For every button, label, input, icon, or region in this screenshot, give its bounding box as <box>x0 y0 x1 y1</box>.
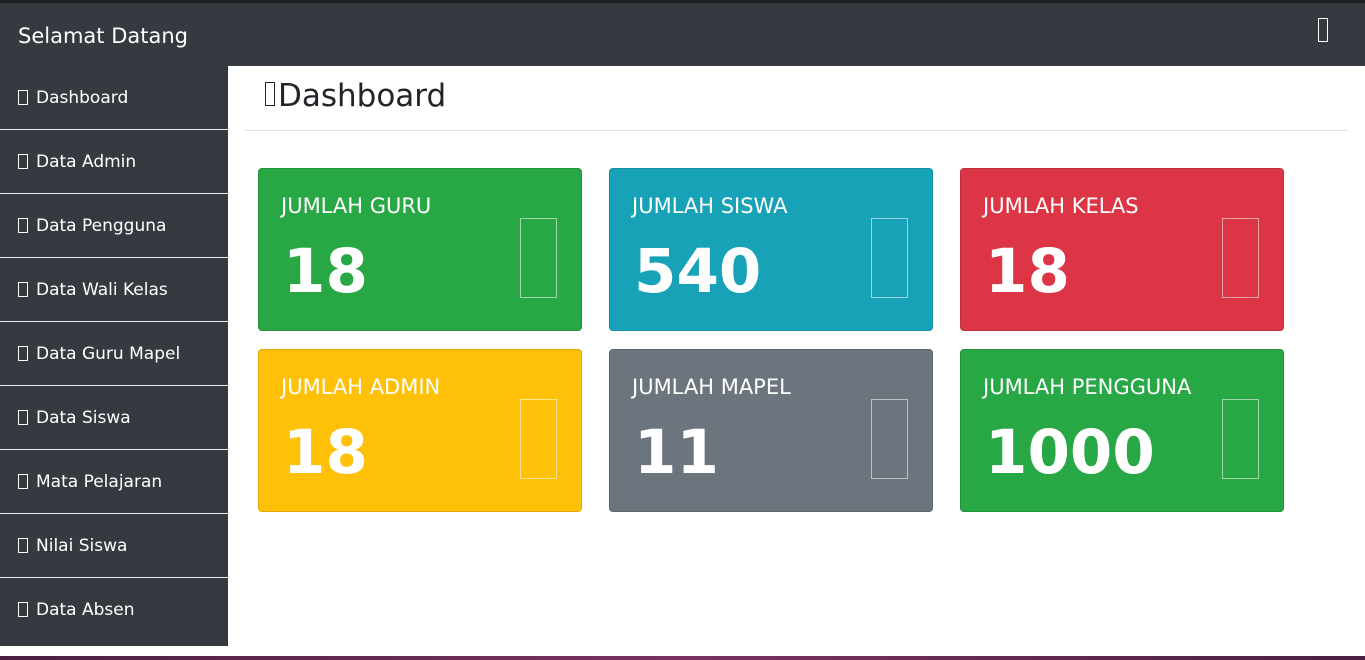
grade-icon <box>18 538 28 553</box>
sidebar-item-data-siswa[interactable]: Data Siswa <box>0 386 228 450</box>
teacher-icon <box>18 282 28 297</box>
sidebar-item-label: Data Admin <box>36 151 137 172</box>
teacher-icon <box>18 346 28 361</box>
sidebar-item-data-wali-kelas[interactable]: Data Wali Kelas <box>0 258 228 322</box>
sidebar-item-label: Mata Pelajaran <box>36 471 163 492</box>
card-label: JUMLAH ADMIN <box>281 375 441 399</box>
book-icon <box>871 399 908 479</box>
card-value: 18 <box>283 236 368 307</box>
user-icon[interactable] <box>1318 18 1328 42</box>
stat-card-siswa[interactable]: JUMLAH SISWA 540 <box>609 168 933 331</box>
dashboard-icon <box>265 82 275 106</box>
page-title: Dashboard <box>278 78 447 114</box>
sidebar-item-data-pengguna[interactable]: Data Pengguna <box>0 194 228 258</box>
page-header: Dashboard <box>245 66 1348 131</box>
sidebar-item-data-admin[interactable]: Data Admin <box>0 130 228 194</box>
student-icon <box>871 218 908 298</box>
sidebar-item-nilai-siswa[interactable]: Nilai Siswa <box>0 514 228 578</box>
sidebar: Dashboard Data Admin Data Pengguna Data … <box>0 66 228 646</box>
users-icon <box>18 218 28 233</box>
card-label: JUMLAH MAPEL <box>632 375 791 399</box>
card-value: 540 <box>634 236 762 307</box>
brand-title[interactable]: Selamat Datang <box>18 23 188 49</box>
card-label: JUMLAH PENGGUNA <box>983 375 1192 399</box>
sidebar-item-data-absen[interactable]: Data Absen <box>0 578 228 641</box>
admin-icon <box>18 154 28 169</box>
card-label: JUMLAH KELAS <box>983 194 1139 218</box>
admin-icon <box>520 399 557 479</box>
class-icon <box>1222 218 1259 298</box>
sidebar-item-mata-pelajaran[interactable]: Mata Pelajaran <box>0 450 228 514</box>
sidebar-item-label: Data Pengguna <box>36 215 167 236</box>
card-value: 18 <box>283 417 368 488</box>
card-value: 11 <box>634 417 719 488</box>
dashboard-icon <box>18 90 28 105</box>
sidebar-item-label: Dashboard <box>36 87 129 108</box>
book-icon <box>18 474 28 489</box>
sidebar-item-label: Data Guru Mapel <box>36 343 181 364</box>
attendance-icon <box>18 602 28 617</box>
stat-card-pengguna[interactable]: JUMLAH PENGGUNA 1000 <box>960 349 1284 512</box>
student-icon <box>18 410 28 425</box>
stat-card-guru[interactable]: JUMLAH GURU 18 <box>258 168 582 331</box>
card-label: JUMLAH SISWA <box>632 194 788 218</box>
stat-card-admin[interactable]: JUMLAH ADMIN 18 <box>258 349 582 512</box>
sidebar-item-label: Data Absen <box>36 599 135 620</box>
sidebar-item-data-guru-mapel[interactable]: Data Guru Mapel <box>0 322 228 386</box>
stat-card-mapel[interactable]: JUMLAH MAPEL 11 <box>609 349 933 512</box>
card-value: 18 <box>985 236 1070 307</box>
stat-card-kelas[interactable]: JUMLAH KELAS 18 <box>960 168 1284 331</box>
users-icon <box>1222 399 1259 479</box>
top-navbar: Selamat Datang <box>0 0 1365 66</box>
card-value: 1000 <box>985 417 1155 488</box>
taskbar-strip <box>0 656 1365 660</box>
sidebar-item-label: Nilai Siswa <box>36 535 128 556</box>
sidebar-item-label: Data Siswa <box>36 407 131 428</box>
teacher-icon <box>520 218 557 298</box>
sidebar-item-dashboard[interactable]: Dashboard <box>0 66 228 130</box>
card-label: JUMLAH GURU <box>281 194 432 218</box>
sidebar-item-label: Data Wali Kelas <box>36 279 168 300</box>
